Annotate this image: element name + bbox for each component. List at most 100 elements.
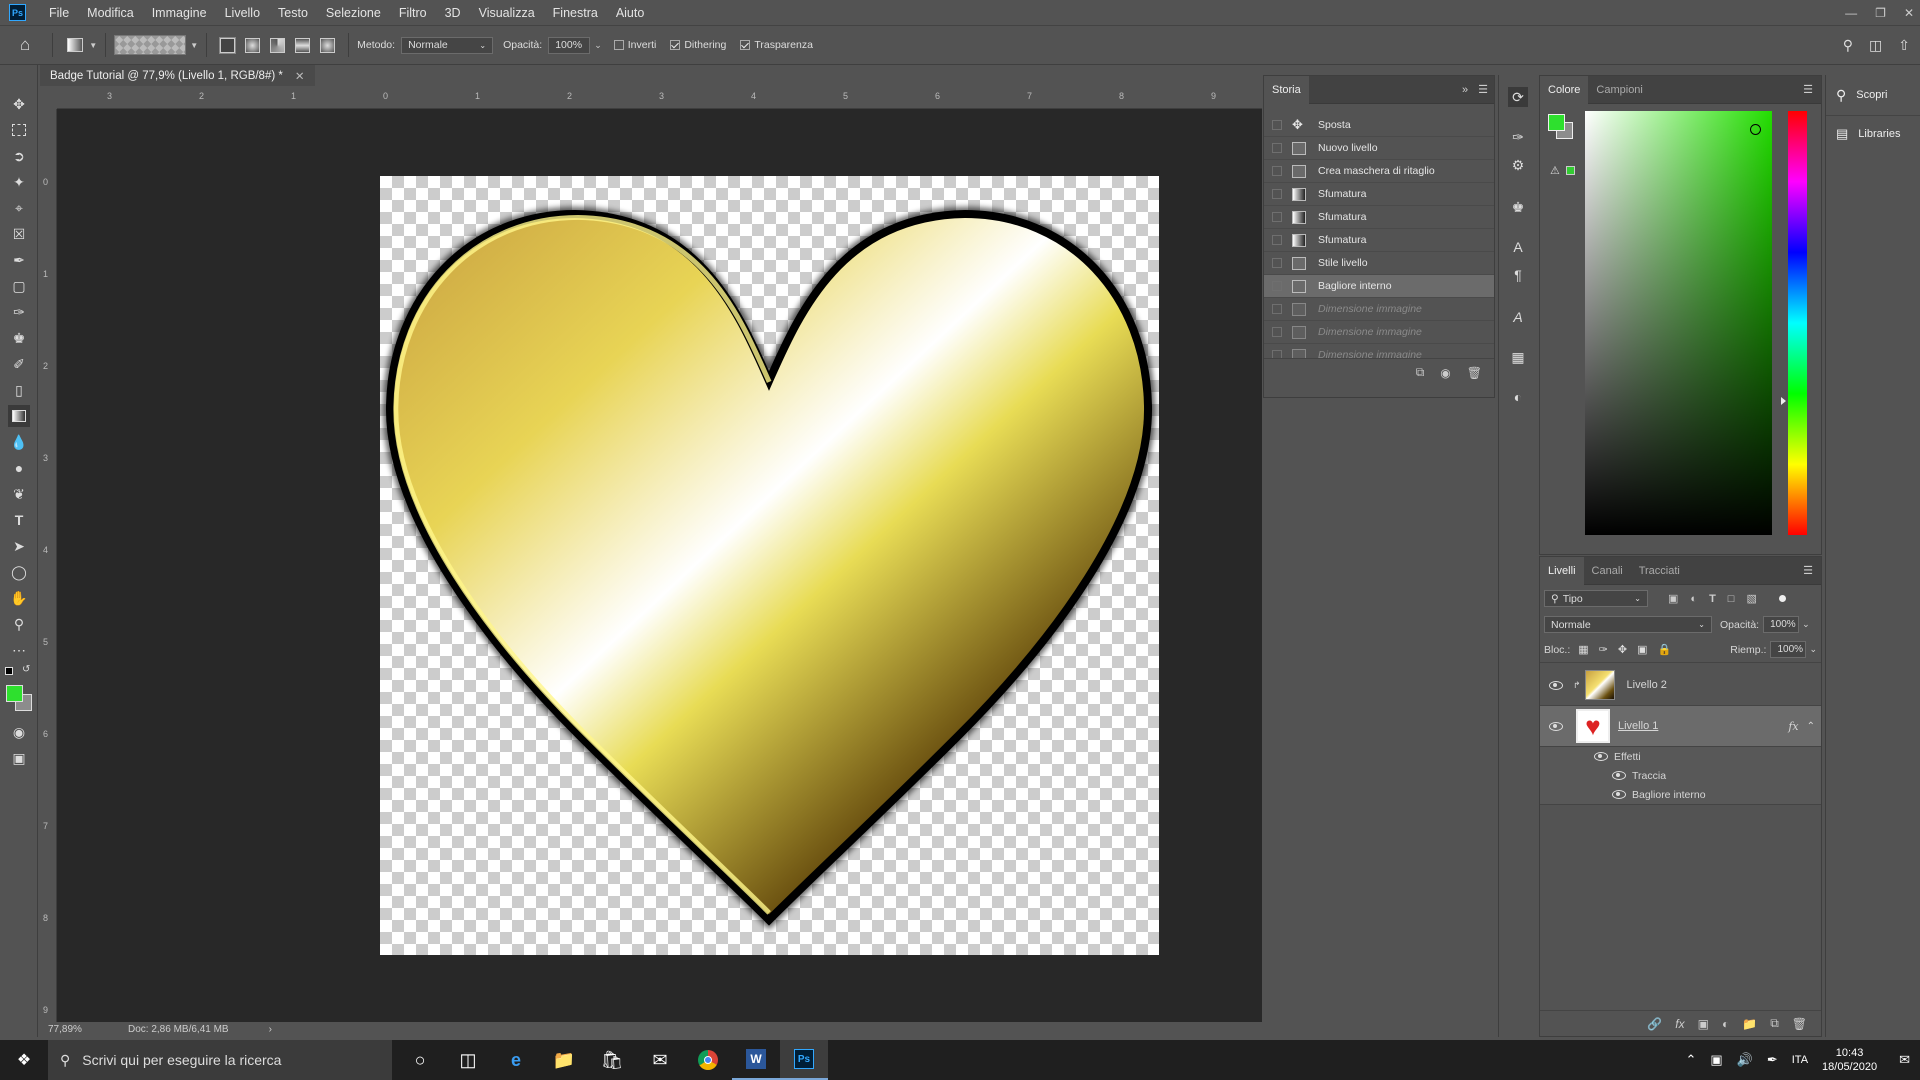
menu-filtro[interactable]: Filtro — [390, 6, 436, 20]
history-item[interactable]: Nuovo livello — [1264, 137, 1494, 160]
tab-storia[interactable]: Storia — [1264, 75, 1309, 104]
menu-aiuto[interactable]: Aiuto — [607, 6, 654, 20]
snapshot-source-box[interactable] — [1272, 166, 1282, 176]
notifications-icon[interactable]: ✉ — [1899, 1052, 1910, 1068]
home-icon[interactable]: ⌂ — [20, 35, 30, 55]
character-icon[interactable]: A — [1508, 237, 1528, 257]
chevron-down-icon[interactable]: ▼ — [190, 41, 198, 50]
chevron-down-icon[interactable]: ⌄ — [1809, 644, 1817, 655]
radial-gradient-icon[interactable] — [245, 37, 261, 53]
filter-adjustment-icon[interactable]: ◐ — [1690, 593, 1697, 605]
opacita-field[interactable]: 100% — [548, 36, 591, 54]
history-item-current[interactable]: Bagliore interno — [1264, 275, 1494, 298]
snapshot-source-box[interactable] — [1272, 304, 1282, 314]
history-item[interactable]: Stile livello — [1264, 252, 1494, 275]
chrome-icon[interactable] — [684, 1040, 732, 1080]
move-tool-icon[interactable]: ✥ — [8, 93, 30, 115]
tab-campioni[interactable]: Campioni — [1588, 76, 1650, 104]
lock-artboard-icon[interactable]: ▣ — [1637, 643, 1647, 656]
layer-row-livello-2[interactable]: ↱ Livello 2 — [1540, 665, 1821, 706]
volume-icon[interactable]: 🔊 — [1737, 1052, 1753, 1068]
snapshot-source-box[interactable] — [1272, 120, 1282, 130]
swap-colors-icon[interactable]: ↺ — [22, 664, 30, 675]
tab-colore[interactable]: Colore — [1540, 75, 1589, 104]
quick-mask-icon[interactable]: ◉ — [8, 721, 30, 743]
menu-modifica[interactable]: Modifica — [78, 6, 143, 20]
fx-icon[interactable]: fx — [1788, 720, 1798, 733]
visibility-eye-icon[interactable] — [1549, 721, 1563, 731]
brush-settings-icon[interactable]: ✑ — [1508, 127, 1528, 147]
clock[interactable]: 10:43 18/05/2020 — [1822, 1046, 1877, 1074]
zoom-level[interactable]: 77,89% — [48, 1024, 118, 1035]
fill-field[interactable]: 100% — [1770, 641, 1807, 658]
frame-tool-icon[interactable]: ☒ — [8, 223, 30, 245]
cortana-icon[interactable]: ○ — [396, 1040, 444, 1080]
store-icon[interactable]: 🛍 — [588, 1040, 636, 1080]
reflected-gradient-icon[interactable] — [295, 37, 311, 53]
chevron-up-icon[interactable]: ⌃ — [1685, 1052, 1696, 1068]
chevron-down-icon[interactable]: ▼ — [89, 41, 97, 50]
path-selection-tool-icon[interactable]: ➤ — [8, 535, 30, 557]
chevron-right-icon[interactable]: › — [269, 1024, 272, 1035]
effect-row-traccia[interactable]: Traccia — [1540, 766, 1821, 785]
layer-filter-select[interactable]: ⚲ Tipo ⌄ — [1544, 590, 1648, 607]
type-tool-icon[interactable]: T — [8, 509, 30, 531]
panel-menu-icon[interactable]: ☰ — [1478, 83, 1488, 96]
scopri-button[interactable]: ⚲ Scopri — [1826, 75, 1920, 115]
adjustments-icon[interactable]: ⚙ — [1508, 155, 1528, 175]
snapshot-source-box[interactable] — [1272, 350, 1282, 358]
lock-transparent-icon[interactable]: ▦ — [1578, 643, 1588, 656]
visibility-eye-icon[interactable] — [1612, 790, 1626, 799]
glyphs-icon[interactable]: A — [1508, 307, 1528, 327]
chevron-down-icon[interactable]: ⌄ — [594, 40, 602, 51]
visibility-eye-icon[interactable] — [1594, 752, 1608, 761]
word-icon[interactable]: W — [732, 1040, 780, 1080]
hue-slider[interactable] — [1781, 111, 1807, 535]
history-item[interactable]: Dimensione immagine — [1264, 298, 1494, 321]
add-mask-icon[interactable]: ▣ — [1698, 1017, 1709, 1031]
filter-smart-object-icon[interactable]: ▧ — [1746, 592, 1756, 605]
saturation-brightness-field[interactable] — [1585, 111, 1772, 535]
screen-mode-icon[interactable]: ▣ — [8, 747, 30, 769]
web-safe-swatch[interactable] — [1566, 166, 1575, 175]
link-layers-icon[interactable]: 🔗 — [1647, 1017, 1662, 1031]
panel-menu-icon[interactable]: ☰ — [1803, 564, 1813, 577]
new-group-icon[interactable]: 📁 — [1742, 1017, 1757, 1031]
menu-livello[interactable]: Livello — [216, 6, 269, 20]
history-item[interactable]: Sfumatura — [1264, 183, 1494, 206]
angle-gradient-icon[interactable] — [270, 37, 286, 53]
snapshot-source-box[interactable] — [1272, 258, 1282, 268]
menu-finestra[interactable]: Finestra — [544, 6, 607, 20]
layer-name[interactable]: Livello 1 — [1618, 720, 1658, 732]
snapshot-source-box[interactable] — [1272, 235, 1282, 245]
menu-visualizza[interactable]: Visualizza — [470, 6, 544, 20]
lock-all-icon[interactable]: 🔒 — [1658, 643, 1672, 656]
eraser-tool-icon[interactable]: ▯ — [8, 379, 30, 401]
document-tab[interactable]: Badge Tutorial @ 77,9% (Livello 1, RGB/8… — [40, 65, 315, 88]
eyedropper-tool-icon[interactable]: ✒ — [8, 249, 30, 271]
gradient-tool-icon[interactable] — [8, 405, 30, 427]
pen-tool-icon[interactable]: ❦ — [8, 483, 30, 505]
effects-row[interactable]: Effetti — [1540, 747, 1821, 766]
clone-source-icon[interactable]: ♚ — [1508, 197, 1528, 217]
history-item[interactable]: ✥ Sposta — [1264, 114, 1494, 137]
gradient-picker[interactable] — [114, 35, 187, 55]
layer-name[interactable]: Livello 2 — [1627, 679, 1667, 691]
pen-icon[interactable]: ✒ — [1767, 1052, 1778, 1068]
filter-pixel-icon[interactable]: ▣ — [1668, 592, 1678, 605]
lock-position-icon[interactable]: ✥ — [1618, 643, 1627, 656]
panel-menu-icon[interactable]: ☰ — [1803, 83, 1813, 96]
history-item[interactable]: Crea maschera di ritaglio — [1264, 160, 1494, 183]
search-icon[interactable]: ⚲ — [1843, 37, 1853, 54]
history-brush-tool-icon[interactable]: ✐ — [8, 353, 30, 375]
snapshot-source-box[interactable] — [1272, 189, 1282, 199]
brush-tool-icon[interactable]: ✑ — [8, 301, 30, 323]
visibility-eye-icon[interactable] — [1549, 680, 1563, 690]
healing-brush-tool-icon[interactable]: ▢ — [8, 275, 30, 297]
more-tools-icon[interactable]: ⋯ — [8, 639, 30, 661]
language-indicator[interactable]: ITA — [1792, 1054, 1808, 1066]
color-wheel-icon[interactable]: ◐ — [1508, 387, 1528, 407]
history-panel-icon[interactable]: ⟳ — [1508, 87, 1528, 107]
task-view-icon[interactable]: ◫ — [444, 1040, 492, 1080]
photoshop-taskbar-icon[interactable]: Ps — [780, 1040, 828, 1080]
